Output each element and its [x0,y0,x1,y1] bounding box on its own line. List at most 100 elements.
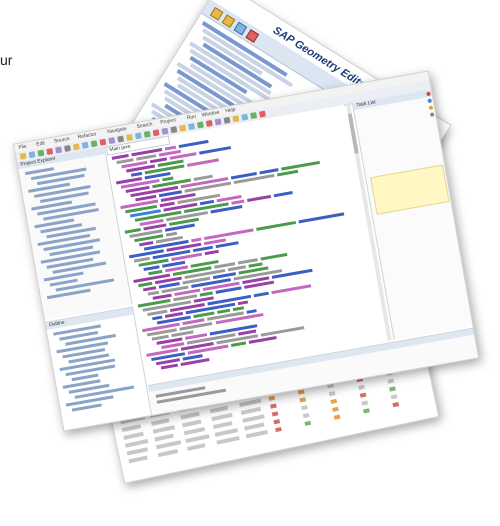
info-icon [427,98,433,104]
code-token [246,194,271,202]
table-cell [209,405,229,414]
toolbar-icon[interactable] [143,130,151,138]
toolbar-icon[interactable] [196,121,204,129]
code-token [152,315,163,321]
table-cell [332,406,339,412]
table-cell [152,425,175,434]
tree-item[interactable] [46,288,92,300]
toolbar-icon[interactable] [152,129,160,137]
table-cell [361,400,369,406]
caption-text: ur [0,52,13,68]
table-cell [183,426,206,436]
folder-icon [209,6,224,21]
code-token [259,168,279,175]
table-cell [299,397,307,403]
toolbar-icon[interactable] [126,134,133,141]
toolbar-icon[interactable] [99,138,107,146]
table-cell [211,412,233,422]
toolbar-icon[interactable] [64,144,71,152]
toolbar-icon[interactable] [214,118,222,126]
code-token [204,249,219,256]
table-cell [358,384,365,390]
toolbar-icon[interactable] [72,143,80,151]
table-cell [387,378,395,384]
code-token [256,220,296,231]
code-token [273,190,294,198]
table-cell [128,455,149,464]
outline-panel: Outline [45,306,153,432]
table-cell [245,430,268,439]
table-cell [121,424,142,433]
table-cell [214,428,239,437]
toolbar-icon[interactable] [232,115,240,123]
settings-icon [429,112,435,117]
table-cell [182,419,201,428]
code-token [160,363,178,370]
save-icon [233,21,248,36]
code-token [260,252,288,261]
toolbar-icon[interactable] [108,137,116,145]
table-cell [156,440,182,450]
table-cell [126,447,148,456]
table-cell [151,418,170,426]
folder-icon [221,14,236,29]
toolbar-icon[interactable] [205,119,213,127]
table-cell [389,386,396,392]
toolbar-icon[interactable] [179,124,187,132]
table-cell [154,433,174,442]
toolbar-icon[interactable] [28,151,36,159]
code-editor: Main.java [105,104,386,384]
code-token [186,158,219,167]
table-cell [333,414,341,420]
table-cell [216,435,240,445]
toolbar-icon[interactable] [223,116,231,124]
table-cell [187,443,206,451]
table-cell [302,412,310,419]
toolbar-icon[interactable] [117,135,125,143]
toolbar-icon[interactable] [37,149,45,157]
table-cell [271,411,279,417]
toolbar-icon[interactable] [19,152,27,160]
table-cell [330,398,338,405]
toolbar-icon[interactable] [161,127,169,135]
code-token [147,309,168,317]
code-token [237,300,249,306]
error-icon [426,91,431,97]
table-cell [392,402,400,408]
table-cell [301,405,308,411]
stop-icon [245,29,260,43]
code-token [280,160,320,171]
table-cell [268,395,276,401]
toolbar-icon[interactable] [258,110,266,118]
toolbar-icon[interactable] [250,112,258,120]
table-cell [363,408,370,414]
code-token [245,309,257,314]
table-cell [390,394,398,400]
table-cell [273,419,281,425]
code-token [147,290,159,296]
table-cell [180,411,200,420]
table-cell [123,431,144,440]
warning-icon [428,105,434,111]
table-cell [240,406,261,415]
toolbar-icon[interactable] [241,113,249,121]
toolbar-icon[interactable] [90,140,98,148]
note-box [370,164,450,215]
toolbar-icon[interactable] [188,123,196,131]
toolbar-icon[interactable] [55,146,63,154]
table-cell [242,414,265,423]
toolbar-icon[interactable] [46,148,54,156]
table-cell [185,434,210,444]
code-token [231,341,247,347]
toolbar-icon[interactable] [134,132,142,140]
code-token [230,199,245,205]
table-cell [244,422,265,431]
table-cell [297,389,305,395]
code-token [204,228,254,241]
code-token [260,326,305,337]
toolbar-icon[interactable] [81,141,89,149]
table-cell [213,421,233,429]
code-token [271,284,312,295]
table-cell [359,392,367,398]
toolbar-icon[interactable] [170,126,178,134]
